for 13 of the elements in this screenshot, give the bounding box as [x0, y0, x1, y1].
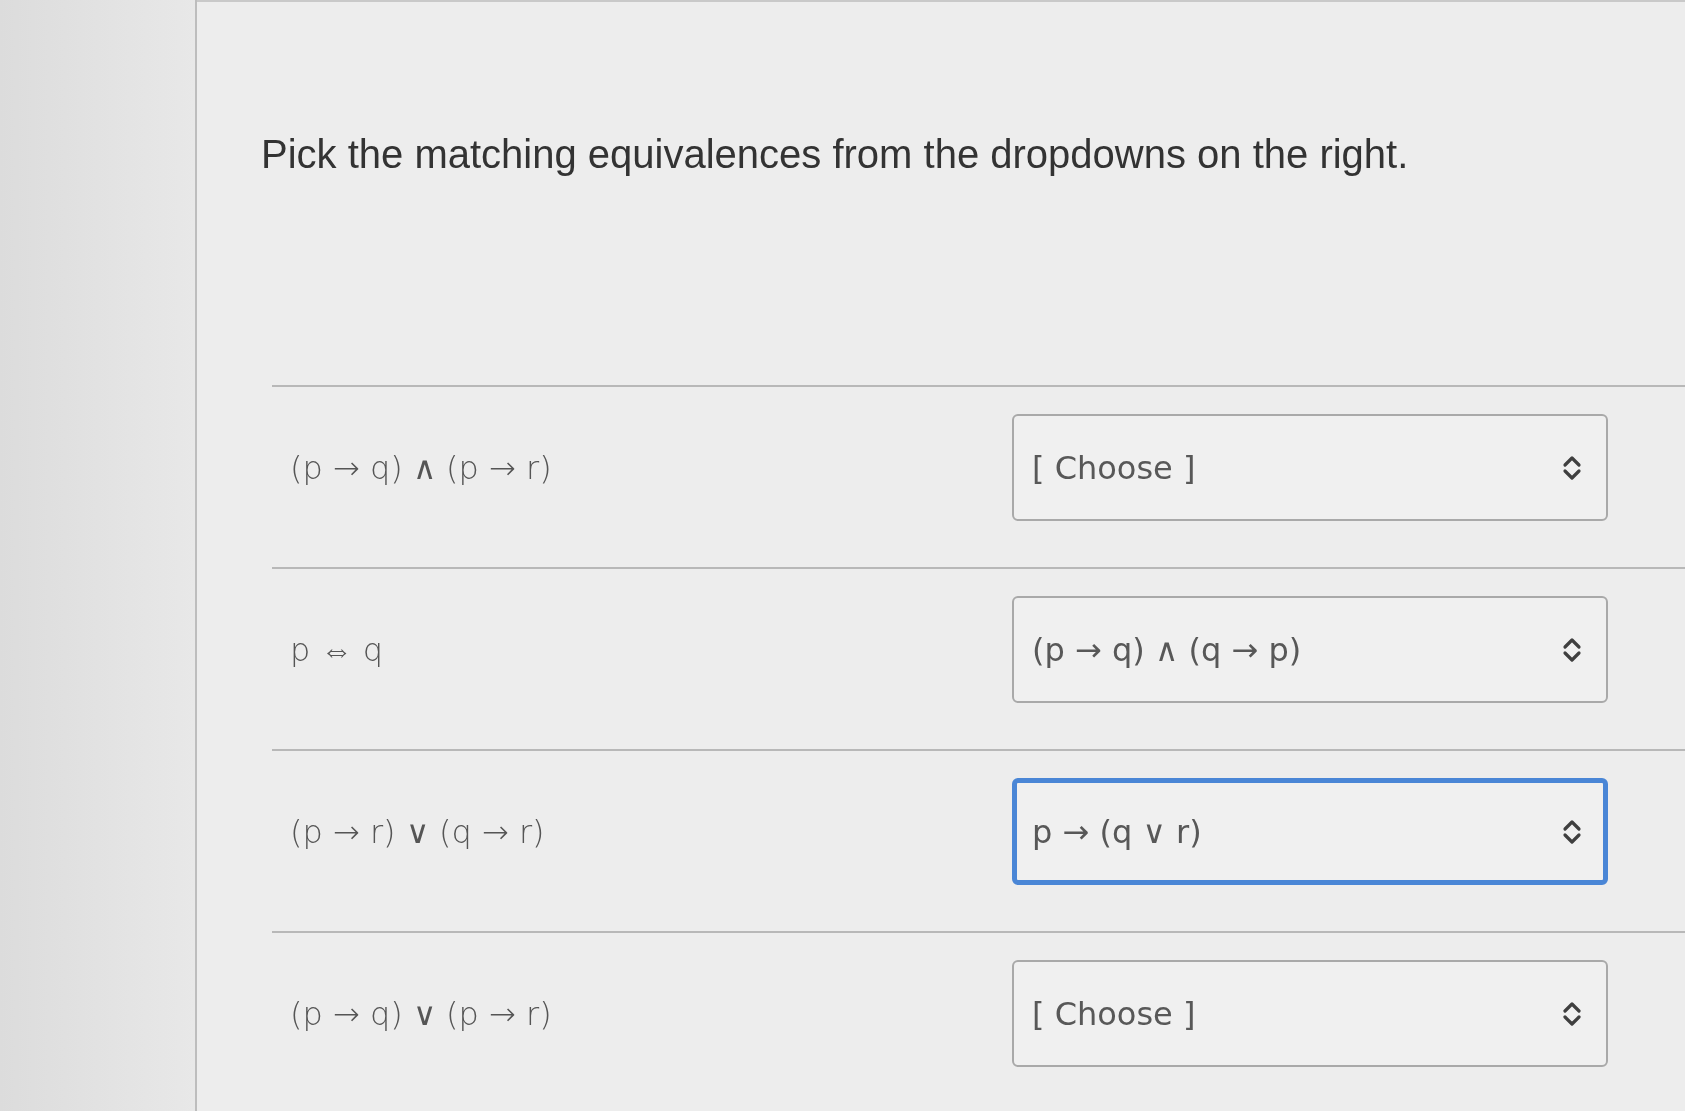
statement-text: (p → q) ∨ (p → r) — [290, 993, 552, 1034]
chevron-updown-icon — [1562, 636, 1582, 663]
select-dropdown[interactable]: [ Choose ] — [1012, 414, 1608, 521]
select-dropdown[interactable]: (p → q) ∧ (q → p) — [1012, 596, 1608, 703]
chevron-updown-icon — [1562, 454, 1582, 481]
select-dropdown[interactable]: [ Choose ] — [1012, 960, 1608, 1067]
chevron-updown-icon — [1562, 818, 1582, 845]
instruction-text: Pick the matching equivalences from the dropdowns on the right. — [261, 131, 1409, 178]
statement-text: p ⇔ q — [290, 629, 383, 670]
statement-text: (p → q) ∧ (p → r) — [290, 447, 552, 488]
chevron-updown-icon — [1562, 1000, 1582, 1027]
statement-text: (p → r) ∨ (q → r) — [290, 811, 545, 852]
select-dropdown[interactable]: p → (q ∨ r) — [1012, 778, 1608, 885]
